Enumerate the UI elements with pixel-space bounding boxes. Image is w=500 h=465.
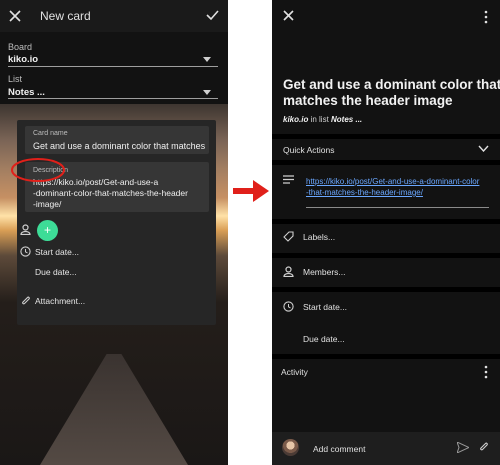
description-icon: [283, 175, 294, 184]
divider: [272, 287, 500, 292]
dropdown-arrow-icon[interactable]: [203, 57, 211, 62]
person-icon: [20, 224, 31, 235]
divider: [272, 134, 500, 139]
due-date-button[interactable]: Due date...: [35, 267, 77, 277]
description-line: -image/: [33, 199, 62, 209]
labels-button[interactable]: Labels...: [303, 232, 335, 242]
new-card-screen: New card Board kiko.io List Notes ... Ca…: [0, 0, 228, 465]
board-underline: [8, 66, 218, 67]
board-label: Board: [8, 42, 33, 52]
subtitle-text: in list: [308, 115, 332, 124]
card-title-line: Get and use a dominant color that: [283, 77, 500, 92]
description-line: -dominant-color-that-matches-the-header: [33, 188, 188, 198]
card-name-label: Card name: [33, 130, 68, 137]
red-arrow-annotation: [233, 180, 269, 202]
road-shape: [40, 354, 188, 465]
card-subtitle: kiko.io in list Notes ...: [283, 115, 362, 124]
attachment-button[interactable]: Attachment...: [35, 296, 85, 306]
start-date-button[interactable]: Start date...: [35, 247, 79, 257]
paperclip-icon: [22, 296, 30, 305]
page-title: New card: [40, 9, 91, 23]
card-name-value: Get and use a dominant color that matche…: [33, 141, 206, 151]
close-icon[interactable]: [9, 10, 21, 22]
card-form: Card name Get and use a dominant color t…: [11, 120, 216, 325]
list-label: List: [8, 74, 23, 84]
dropdown-arrow-icon[interactable]: [203, 90, 211, 95]
chevron-down-icon[interactable]: [478, 145, 489, 152]
due-date-button[interactable]: Due date...: [303, 334, 345, 344]
avatar: [282, 439, 299, 456]
card-detail-screen: Get and use a dominant color that matche…: [272, 0, 500, 465]
activity-header: Activity: [281, 367, 308, 377]
members-button[interactable]: Members...: [303, 267, 346, 277]
divider: [272, 219, 500, 224]
description-underline: [306, 207, 489, 208]
paperclip-icon[interactable]: [478, 441, 490, 453]
quick-actions-header[interactable]: Quick Actions: [283, 145, 335, 155]
start-date-button[interactable]: Start date...: [303, 302, 347, 312]
clock-icon: [20, 246, 31, 257]
card-title-line: matches the header image: [283, 93, 453, 108]
board-select-value[interactable]: kiko.io: [8, 54, 38, 65]
clock-icon: [283, 301, 294, 312]
divider: [272, 253, 500, 258]
subtitle-board: kiko.io: [283, 115, 309, 124]
more-vert-icon[interactable]: [484, 365, 488, 379]
description-link[interactable]: -that-matches-the-header-image/: [306, 187, 423, 198]
list-select-value[interactable]: Notes ...: [8, 87, 45, 98]
subtitle-list: Notes ...: [331, 115, 363, 124]
add-member-button[interactable]: +: [37, 220, 58, 241]
card-name-field[interactable]: Card name Get and use a dominant color t…: [25, 126, 209, 154]
label-icon: [283, 231, 294, 242]
person-icon: [283, 266, 294, 277]
divider: [272, 354, 500, 359]
close-icon[interactable]: [283, 10, 294, 21]
top-app-bar: [0, 0, 228, 32]
send-icon[interactable]: [457, 442, 469, 453]
description-link[interactable]: https://kiko.io/post/Get-and-use-a-domin…: [306, 176, 479, 187]
highlight-circle-annotation: [11, 158, 65, 182]
add-comment-input[interactable]: Add comment: [313, 444, 365, 454]
more-vert-icon[interactable]: [484, 10, 488, 24]
list-underline: [8, 98, 218, 99]
check-icon[interactable]: [206, 9, 219, 21]
divider: [272, 160, 500, 165]
